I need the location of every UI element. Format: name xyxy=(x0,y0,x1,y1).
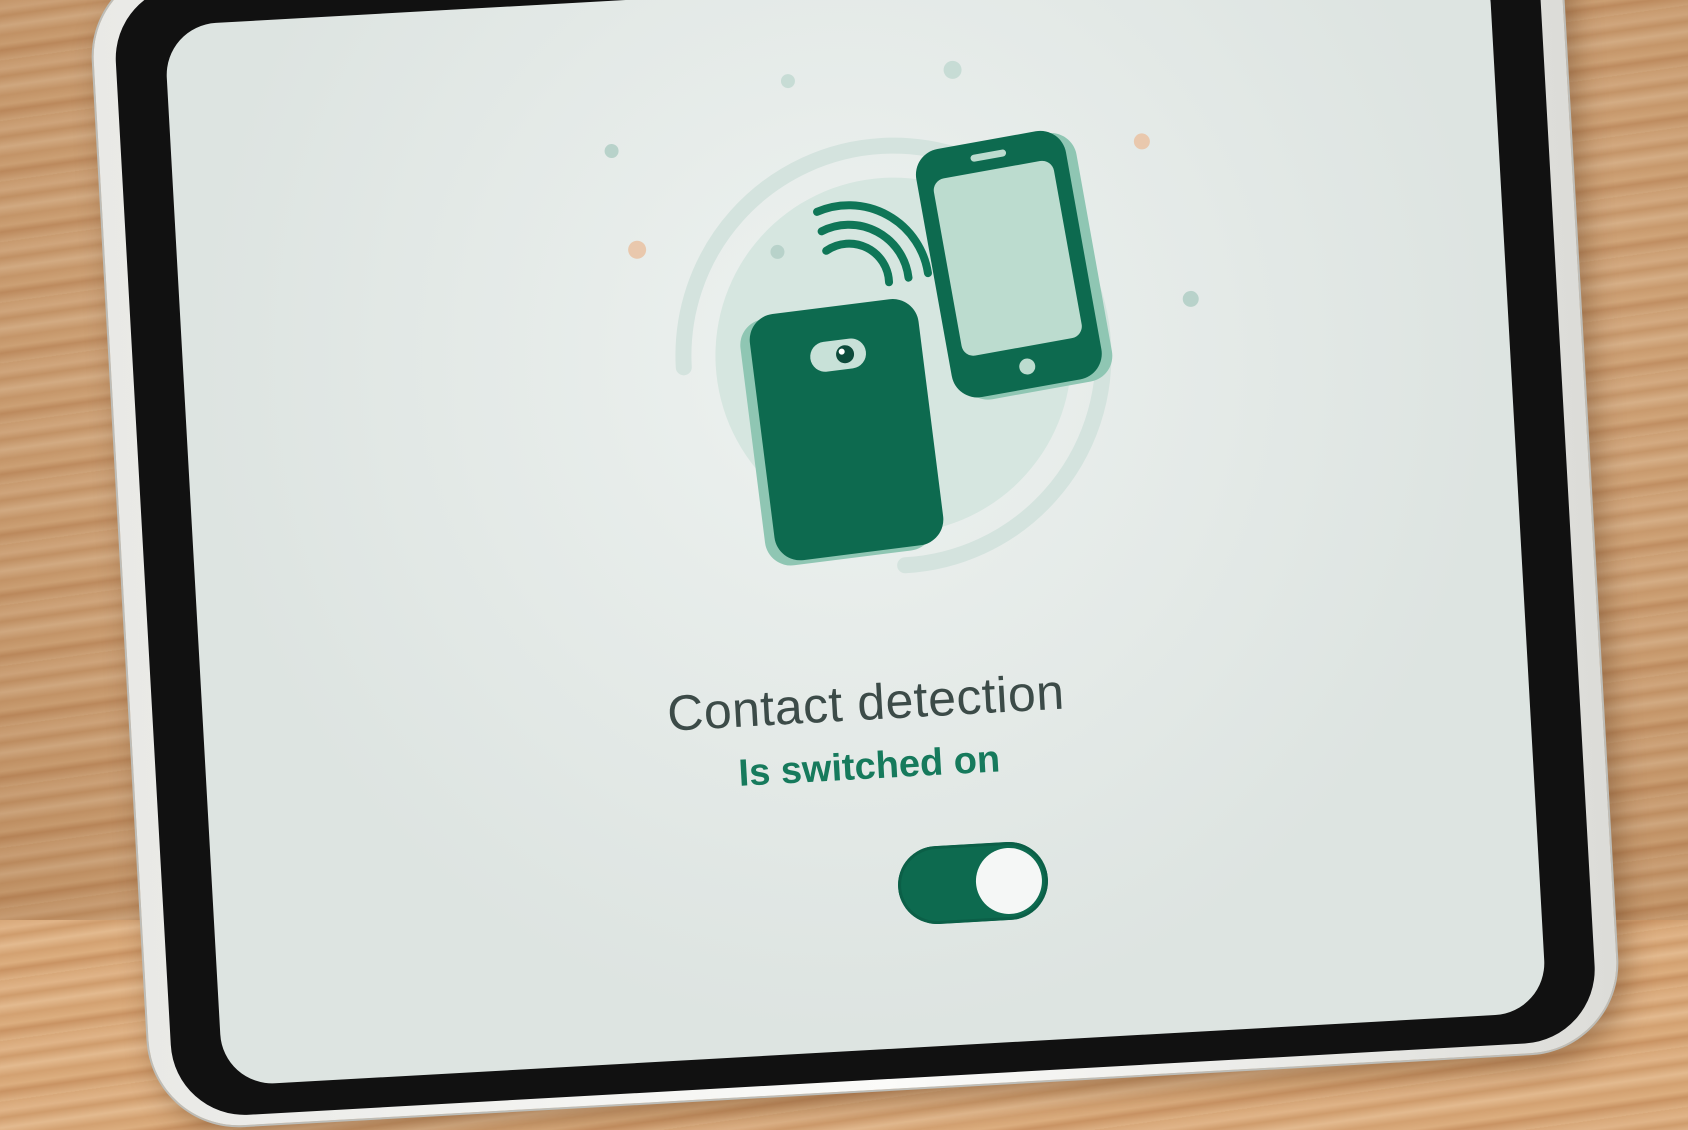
phone-back-icon xyxy=(740,299,944,566)
decor-dot xyxy=(780,74,795,89)
decor-dot xyxy=(1133,133,1150,150)
phone-bezel: Contact detection Is switched on xyxy=(111,0,1599,1119)
decor-dot xyxy=(943,60,962,79)
decor-dot xyxy=(604,144,619,159)
toggle-knob[interactable] xyxy=(974,846,1044,916)
contact-detection-toggle[interactable] xyxy=(895,839,1051,927)
decor-dot xyxy=(1182,290,1199,307)
smartphone-device: Contact detection Is switched on xyxy=(88,0,1622,1130)
decor-dot xyxy=(628,240,647,259)
contact-detection-illustration xyxy=(604,60,1199,574)
phone-screen: Contact detection Is switched on xyxy=(163,0,1548,1087)
